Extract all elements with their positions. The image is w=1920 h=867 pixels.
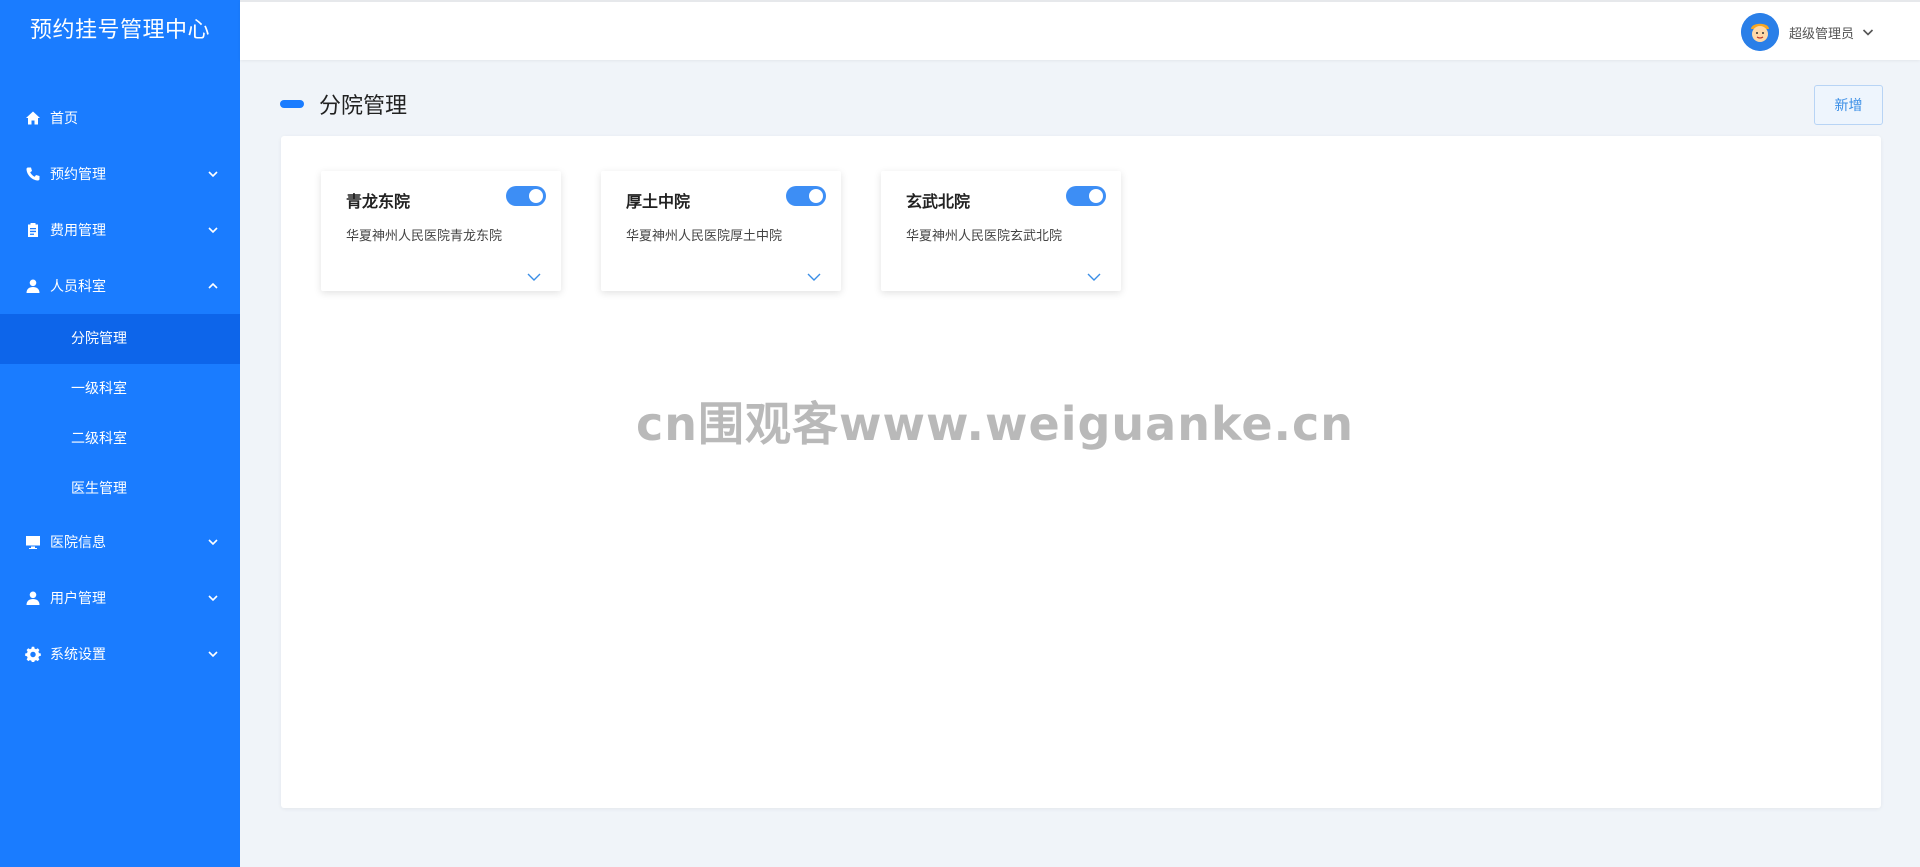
branch-panel: 青龙东院 华夏神州人民医院青龙东院 厚土中院 华夏神州人民医院厚土中院 玄武北院… [281, 136, 1881, 808]
person-icon [24, 277, 42, 295]
clipboard-icon [24, 221, 42, 239]
toggle-knob [529, 189, 543, 203]
branch-name: 玄武北院 [906, 192, 971, 211]
page-title: 分院管理 [319, 94, 408, 119]
top-header: 超级管理员 [240, 0, 1920, 60]
chevron-up-icon [208, 279, 218, 289]
home-icon [24, 109, 42, 127]
branch-description: 华夏神州人民医院厚土中院 [626, 229, 783, 244]
person-icon [24, 589, 42, 607]
sidebar-subitem-secondary-departments[interactable]: 二级科室 [0, 414, 240, 464]
sidebar-item-home[interactable]: 首页 [0, 90, 240, 146]
branch-name: 厚土中院 [626, 192, 691, 211]
sidebar-item-hospital-info[interactable]: 医院信息 [0, 514, 240, 570]
sidebar-item-appointments[interactable]: 预约管理 [0, 146, 240, 202]
toggle-knob [1089, 189, 1103, 203]
add-button[interactable]: 新增 [1814, 85, 1883, 125]
branch-description: 华夏神州人民医院青龙东院 [346, 229, 503, 244]
branch-description: 华夏神州人民医院玄武北院 [906, 229, 1063, 244]
chevron-down-icon [208, 591, 218, 602]
branch-enabled-toggle[interactable] [786, 186, 826, 206]
user-menu[interactable]: 超级管理员 [1740, 12, 1874, 52]
chevron-down-icon [208, 223, 218, 234]
sidebar-item-label: 费用管理 [50, 223, 106, 239]
branch-card: 厚土中院 华夏神州人民医院厚土中院 [601, 171, 841, 291]
chevron-down-icon [208, 647, 218, 658]
sidebar-item-label: 人员科室 [50, 279, 106, 295]
monitor-icon [24, 533, 42, 551]
page-title-row: 分院管理 [280, 88, 407, 120]
sidebar-item-label: 预约管理 [50, 167, 106, 183]
sidebar-item-label: 首页 [50, 111, 78, 127]
sidebar-subitem-primary-departments[interactable]: 一级科室 [0, 364, 240, 414]
branch-card: 青龙东院 华夏神州人民医院青龙东院 [321, 171, 561, 291]
sidebar-item-label: 医院信息 [50, 535, 106, 551]
sidebar-item-staff-departments[interactable]: 人员科室 [0, 258, 240, 314]
branch-name: 青龙东院 [346, 192, 411, 211]
chevron-down-icon[interactable] [807, 267, 821, 281]
chevron-down-icon [1862, 23, 1874, 42]
chevron-down-icon[interactable] [527, 267, 541, 281]
sidebar-subitem-doctors[interactable]: 医生管理 [0, 464, 240, 514]
watermark: cn围观客www.weiguanke.cn [636, 397, 1355, 451]
user-name: 超级管理员 [1788, 26, 1854, 42]
sidebar-item-fees[interactable]: 费用管理 [0, 202, 240, 258]
chevron-down-icon [208, 167, 218, 178]
sidebar-item-users[interactable]: 用户管理 [0, 570, 240, 626]
toggle-knob [809, 189, 823, 203]
sidebar-item-settings[interactable]: 系统设置 [0, 626, 240, 682]
app-title: 预约挂号管理中心 [29, 18, 210, 43]
title-accent-bar [280, 100, 304, 108]
branch-card: 玄武北院 华夏神州人民医院玄武北院 [881, 171, 1121, 291]
sidebar-item-label: 用户管理 [50, 591, 106, 607]
sidebar-menu: 首页 预约管理 费用管理 人员科室 分院管理 一级科室 二级科室 医生管理 医院… [0, 90, 240, 682]
gear-icon [24, 645, 42, 663]
branch-enabled-toggle[interactable] [506, 186, 546, 206]
chevron-down-icon[interactable] [1087, 267, 1101, 281]
phone-icon [24, 165, 42, 183]
sidebar: 预约挂号管理中心 首页 预约管理 费用管理 人员科室 分院管理 一级科室 二级科… [0, 0, 240, 867]
sidebar-subitem-branches[interactable]: 分院管理 [0, 314, 240, 364]
avatar [1740, 13, 1779, 51]
branch-enabled-toggle[interactable] [1066, 186, 1106, 206]
chevron-down-icon [208, 535, 218, 546]
sidebar-item-label: 系统设置 [50, 647, 106, 663]
